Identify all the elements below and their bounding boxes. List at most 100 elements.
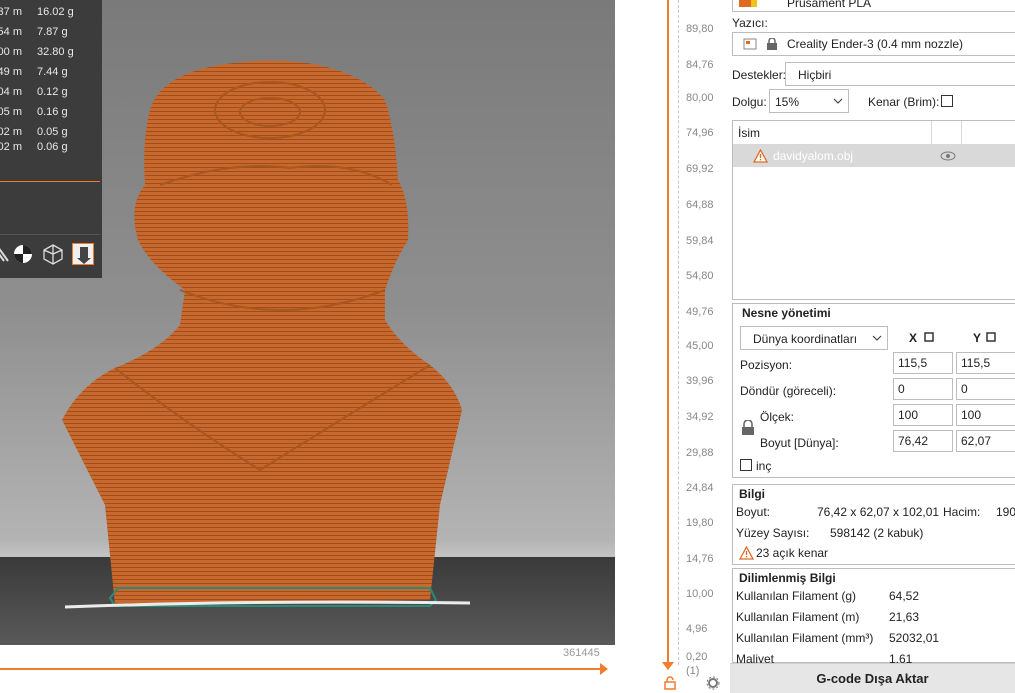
stat-row: 02 m 0.06 g	[0, 141, 102, 159]
scale-y-input[interactable]: 100	[956, 404, 1015, 426]
position-x-input[interactable]: 115,5	[893, 352, 953, 374]
sliced-info-label: Kullanılan Filament (g)	[736, 589, 857, 603]
position-label: Pozisyon:	[740, 358, 793, 372]
vertical-slider-handle[interactable]	[662, 662, 674, 670]
rotate-y-input[interactable]: 0	[956, 378, 1015, 400]
info-facets-label: Yüzey Sayısı:	[736, 526, 810, 540]
size-y-input[interactable]: 62,07	[956, 430, 1015, 452]
infill-dropdown[interactable]: 15%	[769, 89, 849, 113]
info-section: Bilgi Boyut: 76,42 x 62,07 x 102,01 Haci…	[732, 484, 1015, 565]
brim-label: Kenar (Brim):	[868, 95, 940, 109]
size-x-input[interactable]: 76,42	[893, 430, 953, 452]
layer-height-tick: 45,00	[686, 340, 714, 352]
column-header-name[interactable]: İsim	[738, 126, 760, 140]
inch-checkbox[interactable]	[740, 459, 752, 471]
info-volume-label: Hacim:	[943, 505, 981, 519]
viewport-gap	[615, 0, 660, 693]
stat-meters: 00 m	[0, 46, 22, 58]
stat-row: 05 m 0.16 g	[0, 106, 102, 124]
supports-dropdown[interactable]: Hiçbiri	[785, 62, 1015, 86]
info-size-value: 76,42 x 62,07 x 102,01	[817, 505, 940, 519]
stat-row: 37 m 16.02 g	[0, 6, 102, 24]
stat-grams: 7.87 g	[37, 26, 68, 38]
rotate-x-input[interactable]: 0	[893, 378, 953, 400]
sliced-info-value: 64,52	[889, 589, 920, 603]
axis-reset-icon[interactable]	[923, 331, 935, 343]
eye-icon[interactable]	[940, 151, 956, 161]
stat-meters: 02 m	[0, 126, 22, 138]
stats-divider	[0, 234, 100, 235]
layer-height-tick: 84,76	[686, 59, 714, 71]
stat-grams: 16.02 g	[37, 6, 74, 18]
layer-height-tick: 24,84	[686, 482, 714, 494]
warning-icon	[753, 149, 768, 163]
brim-checkbox[interactable]	[941, 95, 953, 107]
position-y-input[interactable]: 115,5	[956, 352, 1015, 374]
lock-icon	[767, 38, 777, 50]
supports-value: Hiçbiri	[798, 68, 832, 82]
inch-label: inç	[756, 459, 772, 473]
sliced-info-section: Dilimlenmiş Bilgi Kullanılan Filament (g…	[732, 568, 1015, 666]
section-title: Nesne yönetimi	[742, 306, 831, 320]
sliced-info-label: Kullanılan Filament (mm³)	[736, 631, 874, 645]
stat-meters: 04 m	[0, 86, 22, 98]
settings-panel: Prusament PLA Yazıcı: Creality Ender-3 (…	[730, 0, 1015, 693]
vertical-layer-slider[interactable]: 89,80 84,76 80,00 74,96 69,92 64,88 59,8…	[658, 0, 730, 693]
layer-height-tick: 34,92	[686, 411, 714, 423]
filament-stats-panel: 37 m 16.02 g 54 m 7.87 g 00 m 32.80 g 49 m 7…	[0, 0, 102, 278]
layer-index-label: (1)	[686, 665, 700, 677]
layer-height-tick: 4,96	[686, 623, 708, 635]
coordinate-mode-value: Dünya koordinatları	[753, 332, 858, 346]
object-list-header: İsim	[733, 121, 1015, 145]
layer-height-tick: 54,80	[686, 270, 714, 282]
printer-name: Creality Ender-3 (0.4 mm nozzle)	[787, 37, 964, 51]
sliced-info-value: 21,63	[889, 610, 920, 624]
material-selector[interactable]: Prusament PLA	[732, 0, 1015, 12]
section-title: Bilgi	[739, 487, 765, 501]
horizontal-layer-slider[interactable]	[0, 668, 600, 670]
info-volume-value: 1905	[996, 505, 1015, 519]
info-size-label: Boyut:	[736, 505, 771, 519]
sliced-info-label: Kullanılan Filament (m)	[736, 610, 860, 624]
gear-icon[interactable]	[706, 676, 720, 690]
layer-height-tick: 49,76	[686, 306, 714, 318]
horizontal-slider-handle[interactable]	[600, 663, 608, 675]
layer-height-tick: 64,88	[686, 199, 714, 211]
stat-row: 54 m 7.87 g	[0, 26, 102, 44]
filament-color-swatch	[739, 0, 751, 7]
lock-icon[interactable]	[741, 420, 755, 436]
object-list[interactable]: İsim davidyalom.obj	[732, 120, 1015, 300]
stat-grams: 0.06 g	[37, 141, 68, 153]
lock-icon[interactable]	[664, 676, 676, 690]
view-mode-icon[interactable]	[0, 243, 12, 265]
chevron-down-icon	[833, 98, 843, 104]
export-gcode-button[interactable]: G-code Dışa Aktar	[730, 663, 1015, 693]
infill-value: 15%	[775, 95, 800, 109]
stat-meters: 49 m	[0, 66, 22, 78]
printer-label: Yazıcı:	[732, 16, 768, 30]
wireframe-cube-icon[interactable]	[42, 243, 64, 265]
printer-selector[interactable]: Creality Ender-3 (0.4 mm nozzle)	[732, 32, 1015, 56]
3d-viewport[interactable]: 37 m 16.02 g 54 m 7.87 g 00 m 32.80 g 49 m 7…	[0, 0, 615, 693]
coordinate-mode-dropdown[interactable]: Dünya koordinatları	[740, 326, 888, 350]
stat-grams: 0.05 g	[37, 126, 68, 138]
layer-view-icon[interactable]	[72, 243, 94, 265]
axis-reset-icon[interactable]	[985, 331, 997, 343]
layer-slider-track[interactable]	[667, 0, 669, 665]
rotate-label: Döndür (göreceli):	[740, 384, 837, 398]
supports-label: Destekler:	[732, 68, 787, 82]
layer-height-tick: 80,00	[686, 92, 714, 104]
warning-icon	[739, 546, 754, 560]
shaded-view-icon[interactable]	[12, 243, 34, 265]
sliced-info-value: 52032,01	[889, 631, 940, 645]
stat-grams: 7.44 g	[37, 66, 68, 78]
layer-slider-dash	[678, 0, 679, 665]
layer-height-tick: 69,92	[686, 163, 714, 175]
chevron-down-icon	[872, 335, 882, 341]
stat-row: 04 m 0.12 g	[0, 86, 102, 104]
layer-height-tick: 14,76	[686, 553, 714, 565]
stat-row: 00 m 32.80 g	[0, 46, 102, 64]
stat-meters: 54 m	[0, 26, 22, 38]
scale-x-input[interactable]: 100	[893, 404, 953, 426]
object-list-row[interactable]: davidyalom.obj	[733, 145, 1015, 167]
